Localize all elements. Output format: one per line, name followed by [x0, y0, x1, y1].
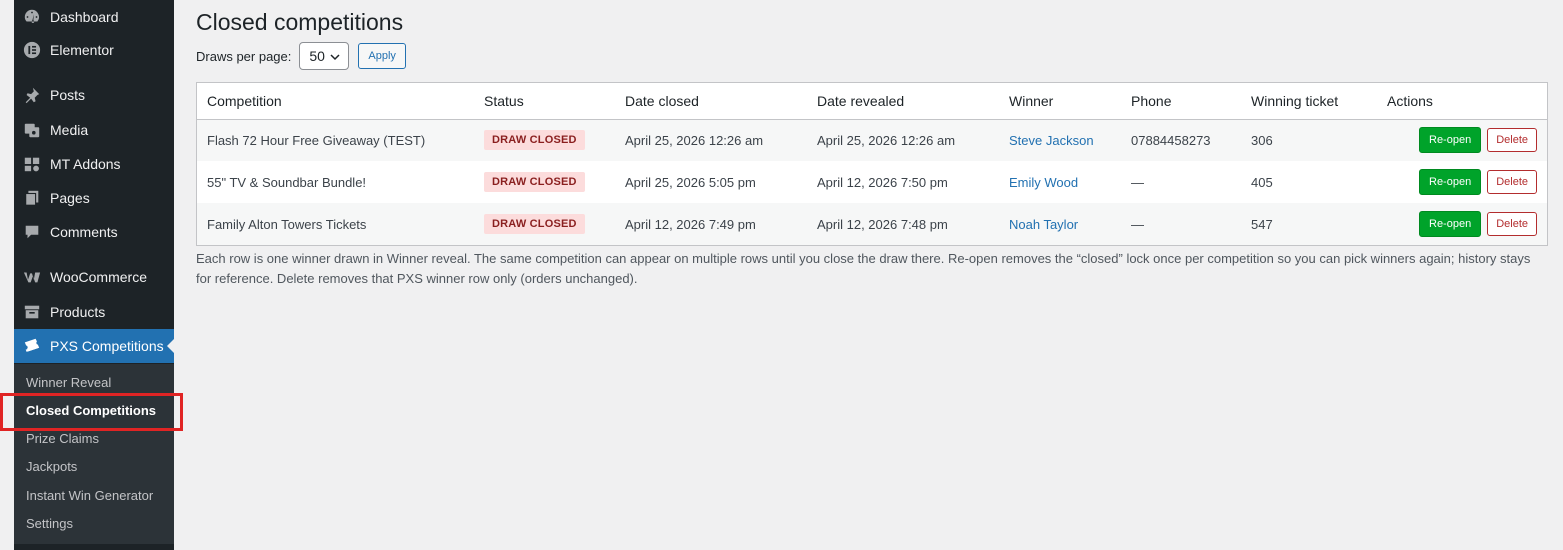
highlight-annotation — [0, 393, 183, 431]
perpage-control: Draws per page: 50 Apply — [196, 42, 406, 70]
pin-icon — [22, 85, 42, 105]
cell-date-revealed: April 25, 2026 12:26 am — [817, 132, 956, 148]
cell-date-revealed: April 12, 2026 7:50 pm — [817, 174, 948, 190]
perpage-select[interactable]: 50 — [299, 42, 350, 70]
table-row: Family Alton Towers Tickets DRAW CLOSED … — [197, 203, 1547, 245]
delete-button[interactable]: Delete — [1487, 128, 1537, 153]
menu-item-elementor[interactable]: Elementor — [14, 33, 174, 67]
menu-item-mt-addons[interactable]: MT Addons — [14, 147, 174, 181]
cell-winning-ticket: 405 — [1251, 174, 1273, 190]
admin-sidebar: Dashboard Elementor Posts Media MT Addon… — [14, 0, 175, 550]
column-header-phone: Phone — [1121, 83, 1241, 120]
products-icon — [22, 302, 42, 322]
woocommerce-icon — [22, 267, 42, 287]
submenu-item-instant-win-generator[interactable]: Instant Win Generator — [26, 488, 153, 503]
menu-item-comments[interactable]: Comments — [14, 215, 174, 249]
table-row: 55" TV & Soundbar Bundle! DRAW CLOSED Ap… — [197, 161, 1547, 203]
menu-label: PXS Competitions — [50, 338, 164, 354]
delete-button[interactable]: Delete — [1487, 212, 1537, 236]
column-header-actions: Actions — [1377, 83, 1547, 120]
dashboard-icon — [22, 7, 42, 27]
submenu-item-prize-claims[interactable]: Prize Claims — [26, 431, 99, 446]
menu-item-woocommerce[interactable]: WooCommerce — [14, 260, 174, 294]
page-title: Closed competitions — [196, 9, 404, 35]
cell-date-closed: April 12, 2026 7:49 pm — [625, 216, 756, 232]
reopen-button[interactable]: Re-open — [1419, 127, 1482, 154]
apply-button[interactable]: Apply — [358, 43, 406, 69]
submenu-pxs-competitions: Winner Reveal Closed Competitions Prize … — [14, 364, 174, 544]
menu-item-products[interactable]: Products — [14, 295, 174, 329]
menu-label: Elementor — [50, 42, 114, 58]
elementor-icon — [22, 40, 42, 60]
perpage-label: Draws per page: — [196, 48, 292, 64]
cell-date-closed: April 25, 2026 5:05 pm — [625, 174, 756, 190]
menu-label: Posts — [50, 87, 86, 103]
media-icon — [22, 120, 42, 140]
menu-label: Products — [50, 304, 106, 320]
menu-item-pxs-competitions[interactable]: PXS Competitions — [14, 329, 175, 363]
table-header-row: Competition Status Date closed Date reve… — [197, 83, 1547, 120]
winner-link[interactable]: Emily Wood — [1009, 175, 1078, 190]
table-row: Flash 72 Hour Free Giveaway (TEST) DRAW … — [197, 119, 1547, 161]
status-badge: DRAW CLOSED — [484, 214, 585, 234]
cell-date-closed: April 25, 2026 12:26 am — [625, 132, 764, 148]
delete-button[interactable]: Delete — [1487, 170, 1537, 194]
menu-item-posts[interactable]: Posts — [14, 78, 174, 112]
menu-label: MT Addons — [50, 156, 121, 172]
menu-label: Dashboard — [50, 9, 119, 25]
cell-competition: Flash 72 Hour Free Giveaway (TEST) — [207, 132, 426, 148]
menu-label: Comments — [50, 224, 118, 240]
column-header-date-revealed: Date revealed — [807, 83, 999, 120]
winner-link[interactable]: Noah Taylor — [1009, 217, 1078, 232]
cell-winning-ticket: 306 — [1251, 132, 1273, 148]
menu-label: Media — [50, 122, 89, 138]
addons-icon — [22, 154, 42, 174]
menu-item-media[interactable]: Media — [14, 113, 174, 147]
menu-label: Pages — [50, 190, 90, 206]
submenu-item-settings[interactable]: Settings — [26, 516, 73, 531]
perpage-value: 50 — [309, 48, 325, 64]
column-header-winner: Winner — [999, 83, 1121, 120]
menu-item-dashboard[interactable]: Dashboard — [14, 0, 174, 34]
cell-date-revealed: April 12, 2026 7:48 pm — [817, 216, 948, 232]
closed-competitions-table: Competition Status Date closed Date reve… — [196, 82, 1548, 246]
submenu-item-jackpots[interactable]: Jackpots — [26, 459, 77, 474]
status-badge: DRAW CLOSED — [484, 130, 585, 151]
cell-competition: Family Alton Towers Tickets — [207, 216, 367, 232]
pages-icon — [22, 188, 42, 208]
comments-icon — [22, 222, 42, 242]
cell-phone: — — [1131, 216, 1144, 232]
cell-winning-ticket: 547 — [1251, 216, 1273, 232]
cell-phone: — — [1131, 174, 1144, 190]
menu-item-pages[interactable]: Pages — [14, 181, 174, 215]
help-text: Each row is one winner drawn in Winner r… — [196, 251, 1531, 286]
reopen-button[interactable]: Re-open — [1419, 211, 1482, 237]
ticket-icon — [22, 336, 42, 356]
menu-label: WooCommerce — [50, 269, 147, 285]
status-badge: DRAW CLOSED — [484, 172, 585, 192]
column-header-date-closed: Date closed — [615, 83, 807, 120]
chevron-down-icon — [330, 54, 340, 61]
cell-phone: 07884458273 — [1131, 132, 1211, 148]
reopen-button[interactable]: Re-open — [1419, 169, 1482, 195]
column-header-winning-ticket: Winning ticket — [1241, 83, 1377, 120]
winner-link[interactable]: Steve Jackson — [1009, 133, 1094, 148]
column-header-status: Status — [474, 83, 615, 120]
column-header-competition: Competition — [197, 83, 474, 120]
cell-competition: 55" TV & Soundbar Bundle! — [207, 174, 367, 190]
submenu-item-winner-reveal[interactable]: Winner Reveal — [26, 375, 111, 390]
